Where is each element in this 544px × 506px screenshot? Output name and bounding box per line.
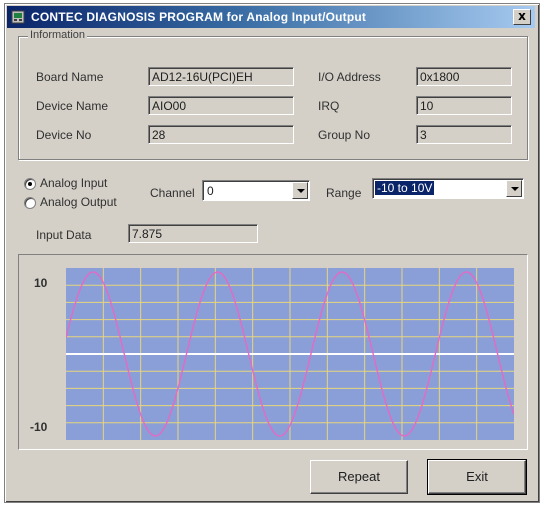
y-max-label: 10 xyxy=(34,276,48,290)
waveform-plot xyxy=(66,268,514,440)
chevron-down-icon[interactable] xyxy=(506,180,522,197)
range-value: -10 to 10V xyxy=(375,181,435,195)
group-no-field: 3 xyxy=(416,125,512,144)
title-bar[interactable]: CONTEC DIAGNOSIS PROGRAM for Analog Inpu… xyxy=(7,6,535,28)
channel-label: Channel xyxy=(150,186,195,200)
repeat-button[interactable]: Repeat xyxy=(310,460,408,494)
device-no-field: 28 xyxy=(148,125,294,144)
device-name-field: AIO00 xyxy=(148,96,294,115)
information-legend: Information xyxy=(28,29,88,41)
window-title: CONTEC DIAGNOSIS PROGRAM for Analog Inpu… xyxy=(31,10,367,24)
irq-label: IRQ xyxy=(318,99,340,113)
io-address-field: 0x1800 xyxy=(416,67,512,86)
channel-value: 0 xyxy=(207,184,214,198)
chevron-down-icon[interactable] xyxy=(292,182,308,199)
board-name-field: AD12-16U(PCI)EH xyxy=(148,67,294,86)
analog-input-radio[interactable] xyxy=(24,178,36,190)
app-icon xyxy=(11,10,25,24)
analog-output-radio[interactable] xyxy=(24,197,36,209)
analog-output-label[interactable]: Analog Output xyxy=(40,195,117,209)
io-address-label: I/O Address xyxy=(318,70,381,84)
range-select[interactable]: -10 to 10V xyxy=(372,178,524,199)
analog-input-label[interactable]: Analog Input xyxy=(40,176,107,190)
range-label: Range xyxy=(326,186,362,200)
close-icon: x xyxy=(518,9,526,23)
input-data-field: 7.875 xyxy=(128,224,258,243)
device-no-label: Device No xyxy=(36,128,92,142)
input-data-label: Input Data xyxy=(36,228,92,242)
exit-button[interactable]: Exit xyxy=(427,459,527,495)
board-name-label: Board Name xyxy=(36,70,104,84)
device-name-label: Device Name xyxy=(36,99,109,113)
irq-field: 10 xyxy=(416,96,512,115)
group-no-label: Group No xyxy=(318,128,371,142)
channel-select[interactable]: 0 xyxy=(202,180,310,201)
y-min-label: -10 xyxy=(30,420,48,434)
close-button[interactable]: x xyxy=(513,9,531,25)
